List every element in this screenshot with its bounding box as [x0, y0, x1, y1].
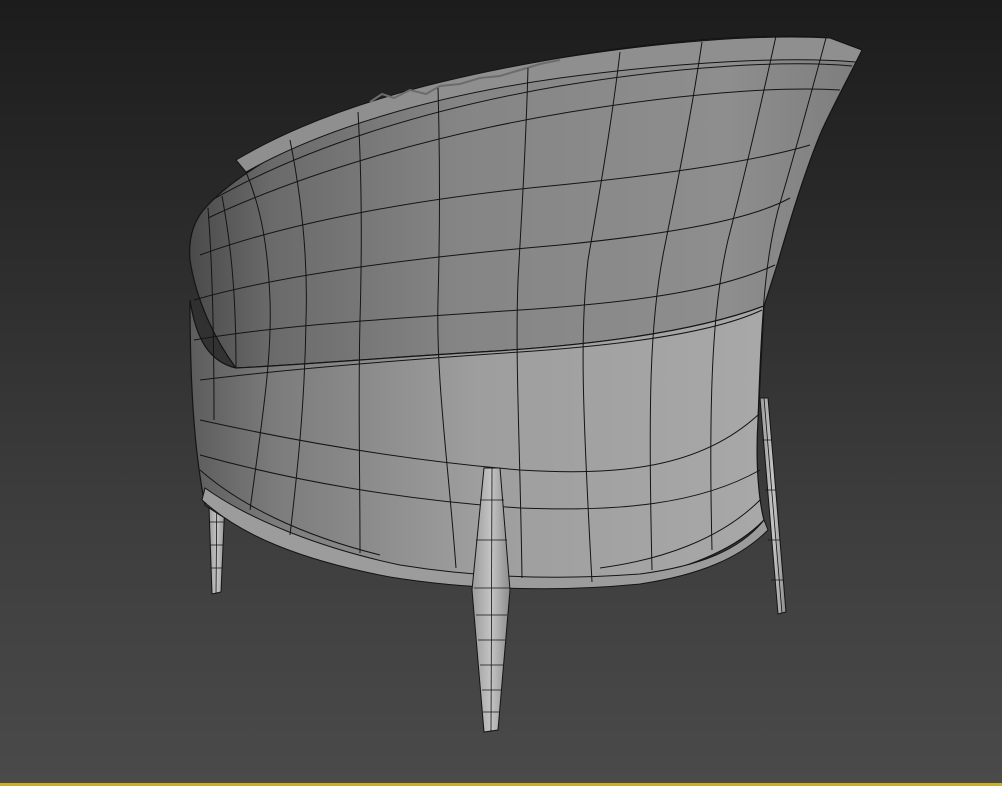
chair-model[interactable] [0, 0, 1002, 786]
back-right-leg [759, 397, 787, 615]
perspective-viewport[interactable] [0, 0, 1002, 786]
